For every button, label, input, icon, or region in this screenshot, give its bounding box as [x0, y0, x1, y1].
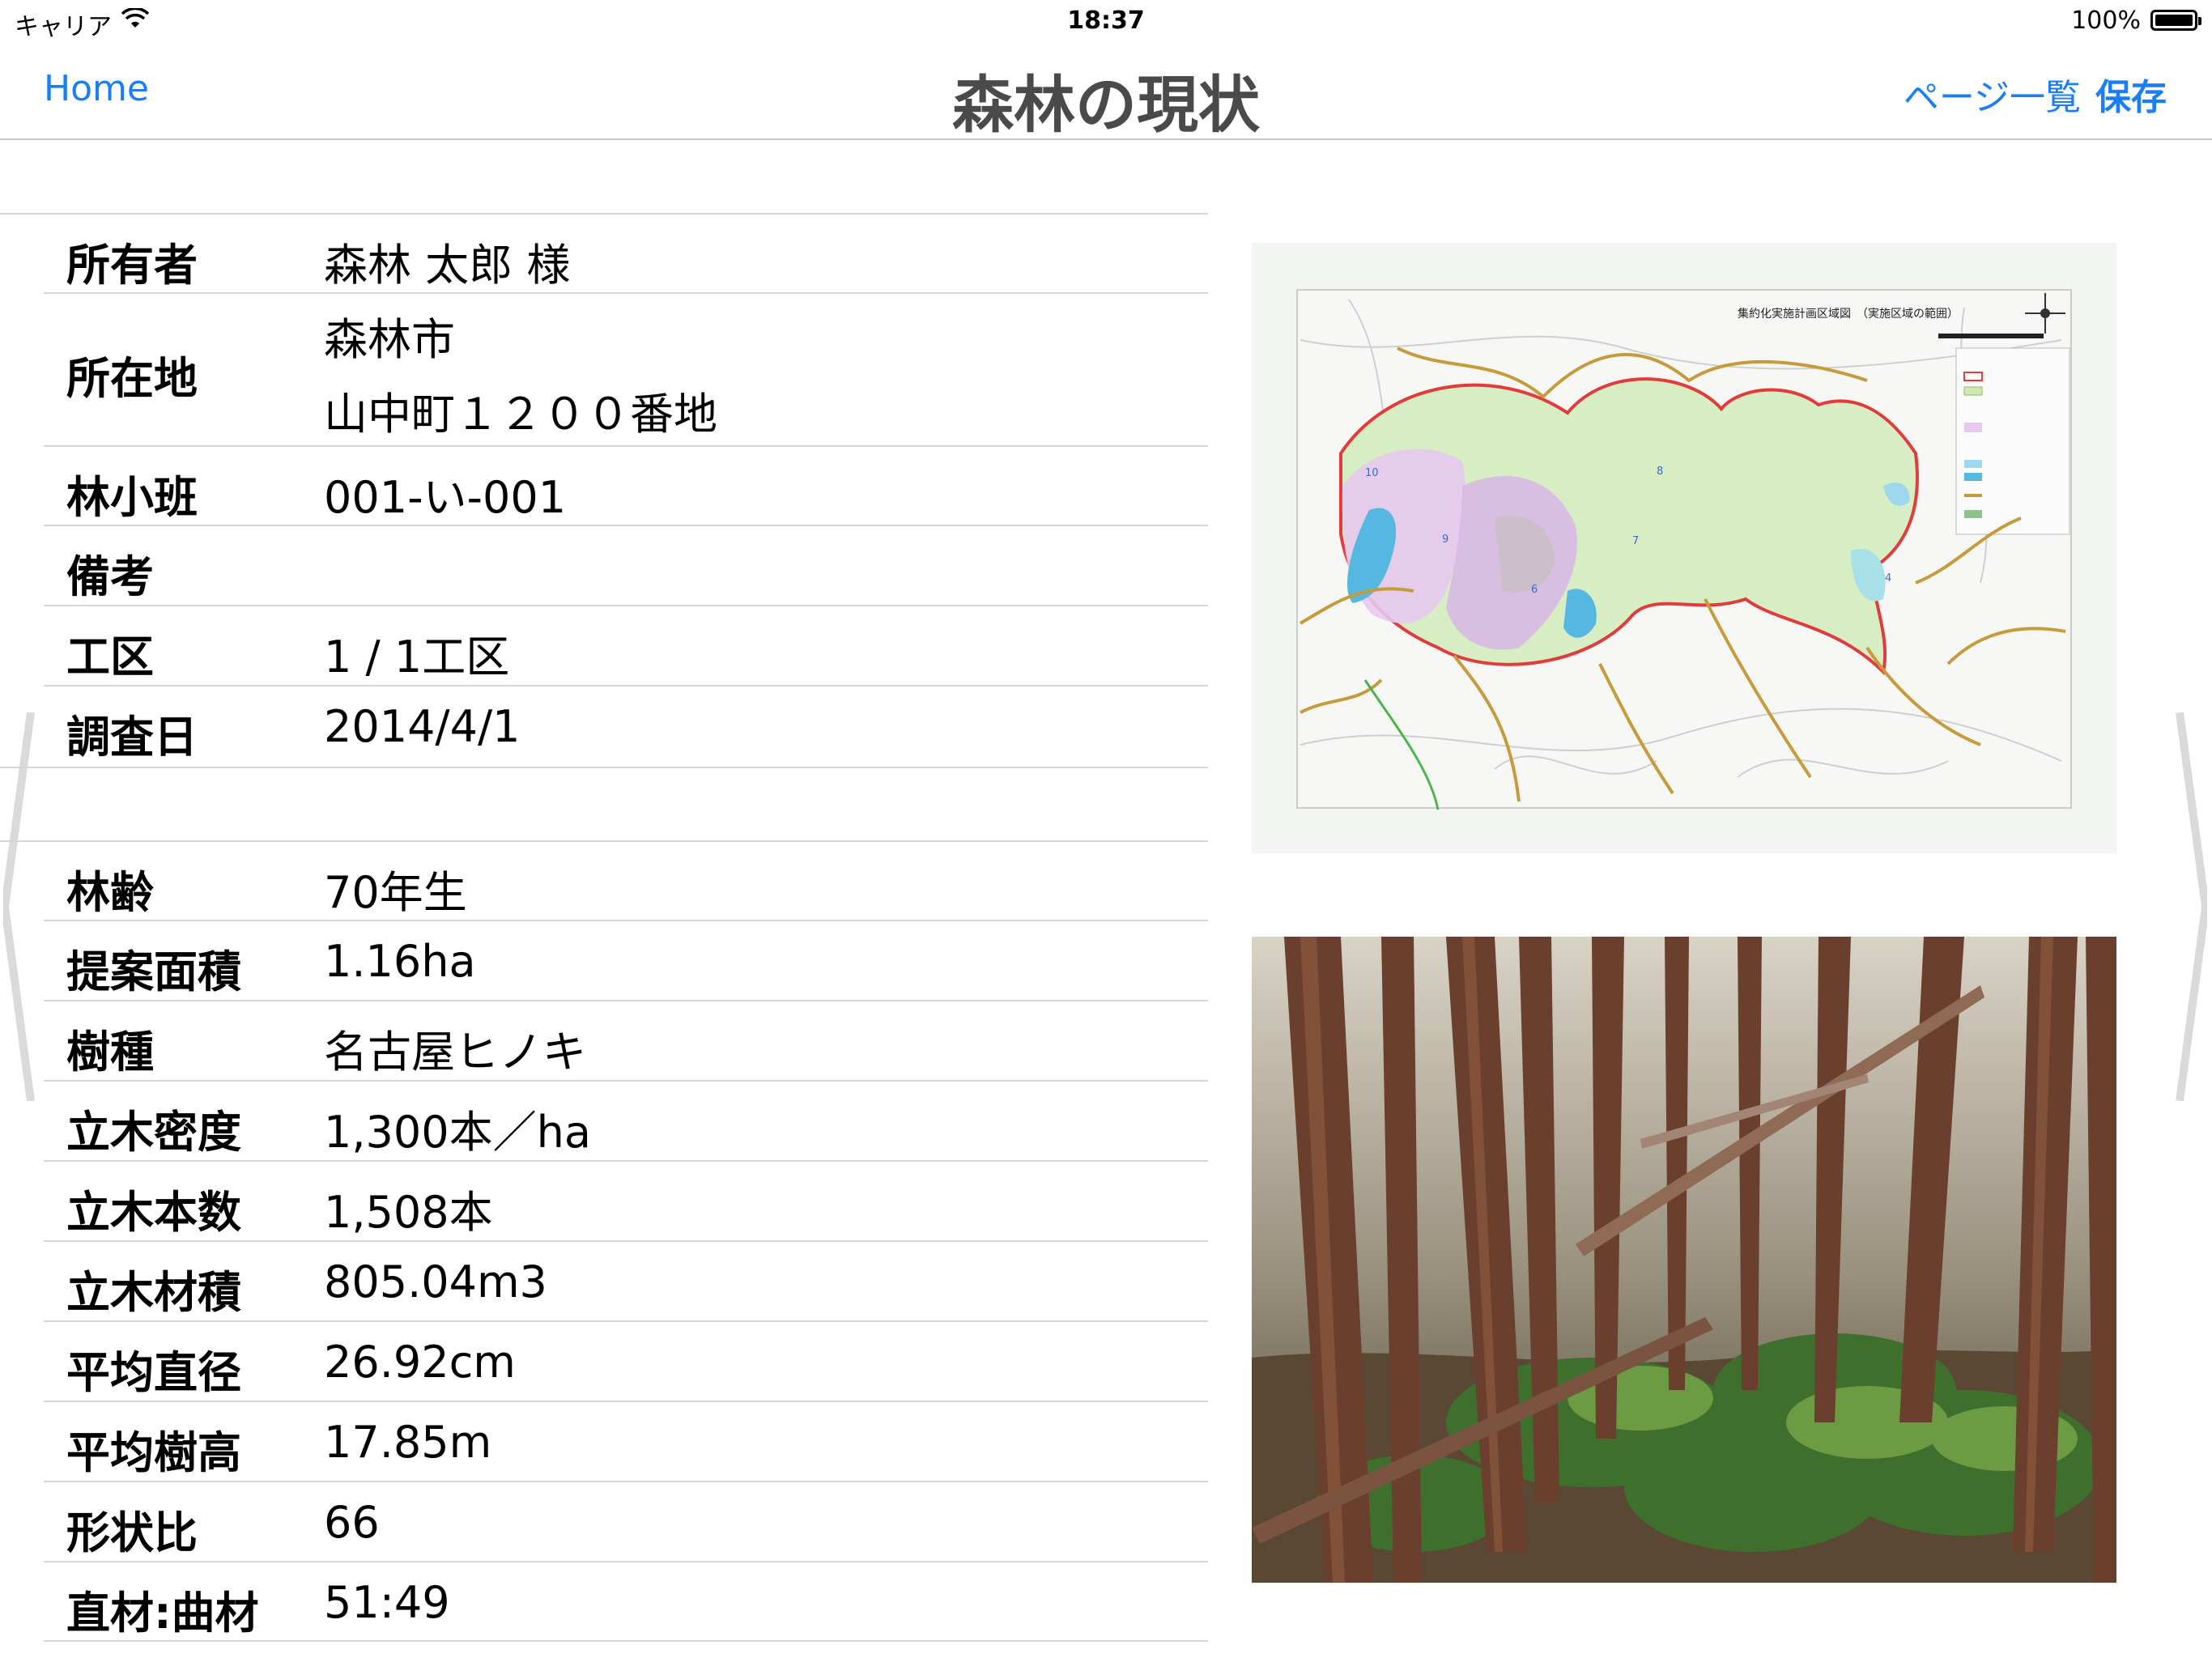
scale-bar — [1938, 334, 2044, 338]
row-label: 立木材積 — [66, 1267, 241, 1318]
svg-text:7: 7 — [1632, 535, 1639, 547]
row-label: 提案面積 — [66, 946, 241, 997]
map-title: 集約化実施計画区域図 （実施区域の範囲） — [1738, 307, 1959, 321]
next-page-arrow-icon[interactable] — [2175, 712, 2207, 1101]
row-label: 所有者 — [66, 240, 198, 291]
map-legend — [1955, 347, 2070, 535]
row-value: 名古屋ヒノキ — [324, 1027, 586, 1078]
row-label: 工区 — [66, 631, 154, 682]
table-row: 所有者 森林 太郎 様 — [0, 215, 1208, 294]
row-value: 66 — [324, 1497, 380, 1548]
row-value: 70年生 — [324, 867, 467, 918]
row-label: 所在地 — [66, 353, 198, 404]
row-value-line2: 山中町１２００番地 — [324, 389, 717, 440]
table-row: 立木本数 1,508本 — [0, 1162, 1208, 1242]
table-row: 林齢 70年生 — [0, 842, 1208, 921]
row-label: 形状比 — [66, 1507, 198, 1558]
table-row: 工区 1 / 1工区 — [0, 606, 1208, 687]
clock: 18:37 — [1067, 6, 1145, 35]
row-value: 805.04m3 — [324, 1256, 547, 1307]
table-row: 樹種 名古屋ヒノキ — [0, 1001, 1208, 1082]
row-value: 1 / 1工区 — [324, 631, 510, 682]
table-row: 所在地 森林市 山中町１２００番地 — [0, 294, 1208, 447]
row-label: 立木密度 — [66, 1107, 241, 1158]
area-map-drawing: 集約化実施計画区域図 （実施区域の範囲） 109 67 84 — [1296, 289, 2072, 810]
svg-text:4: 4 — [1885, 572, 1891, 585]
page-list-button[interactable]: ページ一覧 — [1904, 68, 2081, 120]
area-map-image[interactable]: 集約化実施計画区域図 （実施区域の範囲） 10 9 6 7 8 4 — [1252, 243, 2116, 853]
table-row: 調査日 2014/4/1 — [0, 687, 1208, 767]
row-value: 001-い-001 — [324, 472, 567, 523]
row-value: 51:49 — [324, 1577, 450, 1628]
row-label: 調査日 — [66, 712, 198, 763]
svg-text:6: 6 — [1531, 584, 1538, 596]
page-title: 森林の現状 — [952, 69, 1260, 141]
row-value: 2014/4/1 — [324, 701, 521, 752]
battery-icon — [2150, 10, 2201, 31]
table-row: 平均直径 26.92cm — [0, 1322, 1208, 1402]
svg-text:9: 9 — [1442, 534, 1448, 546]
battery-percent: 100% — [2071, 6, 2141, 35]
row-value: 26.92cm — [324, 1337, 516, 1388]
row-label: 平均樹高 — [66, 1427, 241, 1478]
row-value: 1,300本／ha — [324, 1107, 591, 1158]
svg-text:10: 10 — [1365, 467, 1379, 479]
forest-photo[interactable] — [1252, 937, 2116, 1583]
forest-photo-drawing — [1252, 937, 2116, 1583]
row-label: 直材:曲材 — [66, 1588, 259, 1639]
row-label: 林小班 — [66, 472, 198, 523]
status-bar: キャリア 18:37 100% — [0, 0, 2212, 44]
table-row: 立木密度 1,300本／ha — [0, 1082, 1208, 1162]
table-row: 林小班 001-い-001 — [0, 447, 1208, 526]
row-label: 備考 — [66, 551, 154, 602]
row-label: 立木本数 — [66, 1187, 241, 1238]
table-row: 立木材積 805.04m3 — [0, 1242, 1208, 1322]
table-row: 平均樹高 17.85m — [0, 1402, 1208, 1482]
row-value: 17.85m — [324, 1417, 492, 1468]
table-row: 提案面積 1.16ha — [0, 921, 1208, 1001]
section-divider — [0, 767, 1208, 768]
row-label: 林齢 — [66, 867, 154, 918]
row-value: 1,508本 — [324, 1187, 493, 1238]
row-value: 1.16ha — [324, 936, 476, 987]
save-button[interactable]: 保存 — [2095, 68, 2167, 120]
table-row: 形状比 66 — [0, 1482, 1208, 1562]
table-row: 備考 — [0, 526, 1208, 606]
row-label: 平均直径 — [66, 1347, 241, 1398]
table-row: 直材:曲材 51:49 — [0, 1562, 1208, 1642]
svg-text:8: 8 — [1657, 466, 1663, 478]
row-value: 森林市 — [324, 314, 455, 365]
navigation-bar: Home 森林の現状 ページ一覧 保存 — [0, 44, 2212, 141]
row-value: 森林 太郎 様 — [324, 240, 571, 291]
row-label: 樹種 — [66, 1027, 154, 1078]
